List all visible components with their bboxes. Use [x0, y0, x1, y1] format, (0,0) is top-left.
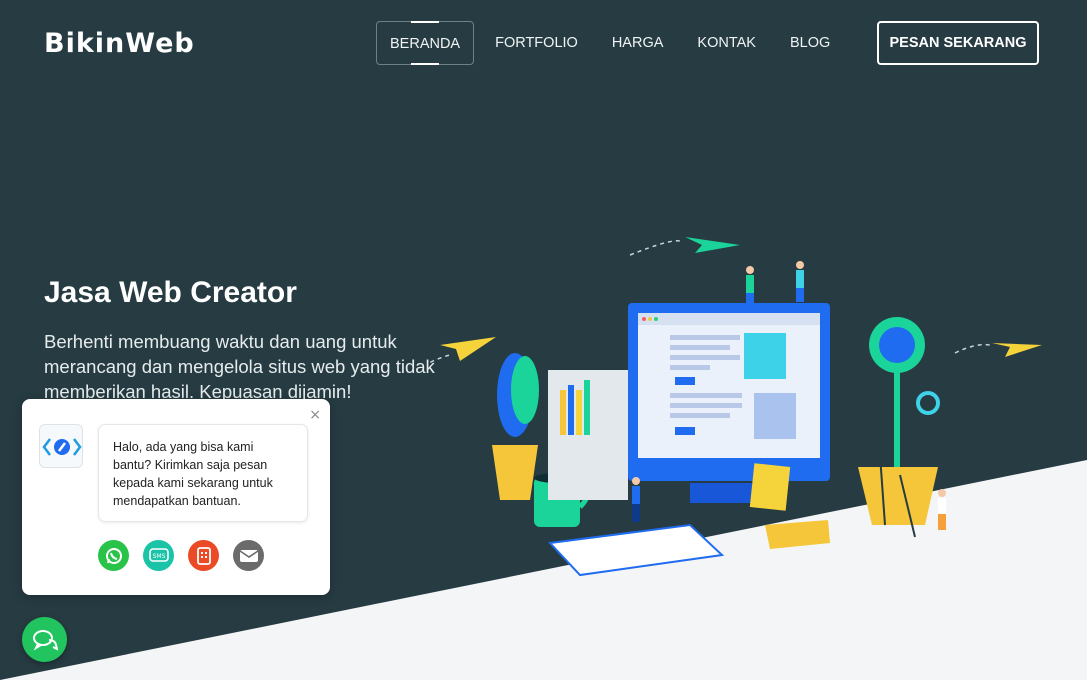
- flower-icon: [858, 317, 940, 538]
- code-logo-icon: [42, 438, 82, 456]
- whatsapp-icon: [105, 547, 122, 564]
- paper-plane-icon: [629, 237, 740, 256]
- monitor-icon: [628, 303, 830, 503]
- person-icon: [938, 489, 946, 530]
- nav-item-blog[interactable]: BLOG: [773, 21, 847, 65]
- plant-icon: [492, 353, 539, 500]
- phone-icon: [196, 546, 211, 565]
- person-icon: [746, 266, 754, 305]
- chat-icon: [32, 629, 58, 651]
- person-icon: [632, 477, 640, 522]
- close-icon[interactable]: ×: [309, 407, 321, 423]
- whatsapp-button[interactable]: [98, 540, 129, 571]
- email-icon: [239, 549, 258, 562]
- person-icon: [796, 261, 804, 302]
- main-nav: BERANDA FORTFOLIO HARGA KONTAK BLOG: [376, 21, 847, 65]
- chat-actions: SMS: [98, 540, 264, 571]
- paper-plane-icon: [430, 337, 496, 364]
- phone-button[interactable]: [188, 540, 219, 571]
- nav-item-fortfolio[interactable]: FORTFOLIO: [478, 21, 595, 65]
- agent-avatar: [39, 424, 83, 468]
- nav-item-beranda[interactable]: BERANDA: [376, 21, 475, 65]
- logo[interactable]: BikinWeb: [44, 28, 195, 59]
- chat-toggle-button[interactable]: [22, 617, 67, 662]
- nav-item-harga[interactable]: HARGA: [595, 21, 681, 65]
- hero-title: Jasa Web Creator: [44, 276, 297, 309]
- svg-text:SMS: SMS: [152, 553, 165, 560]
- chat-popup: × Halo, ada yang bisa kami bantu? Kirimk…: [22, 399, 330, 595]
- sms-icon: SMS: [148, 547, 169, 562]
- hero-illustration: [430, 237, 1042, 577]
- email-button[interactable]: [233, 540, 264, 571]
- order-now-button[interactable]: PESAN SEKARANG: [877, 21, 1039, 65]
- sms-button[interactable]: SMS: [143, 540, 174, 571]
- chat-message: Halo, ada yang bisa kami bantu? Kirimkan…: [98, 424, 308, 522]
- nav-item-kontak[interactable]: KONTAK: [680, 21, 773, 65]
- hero-subtitle: Berhenti membuang waktu dan uang untuk m…: [44, 331, 435, 402]
- paper-plane-icon: [954, 343, 1042, 357]
